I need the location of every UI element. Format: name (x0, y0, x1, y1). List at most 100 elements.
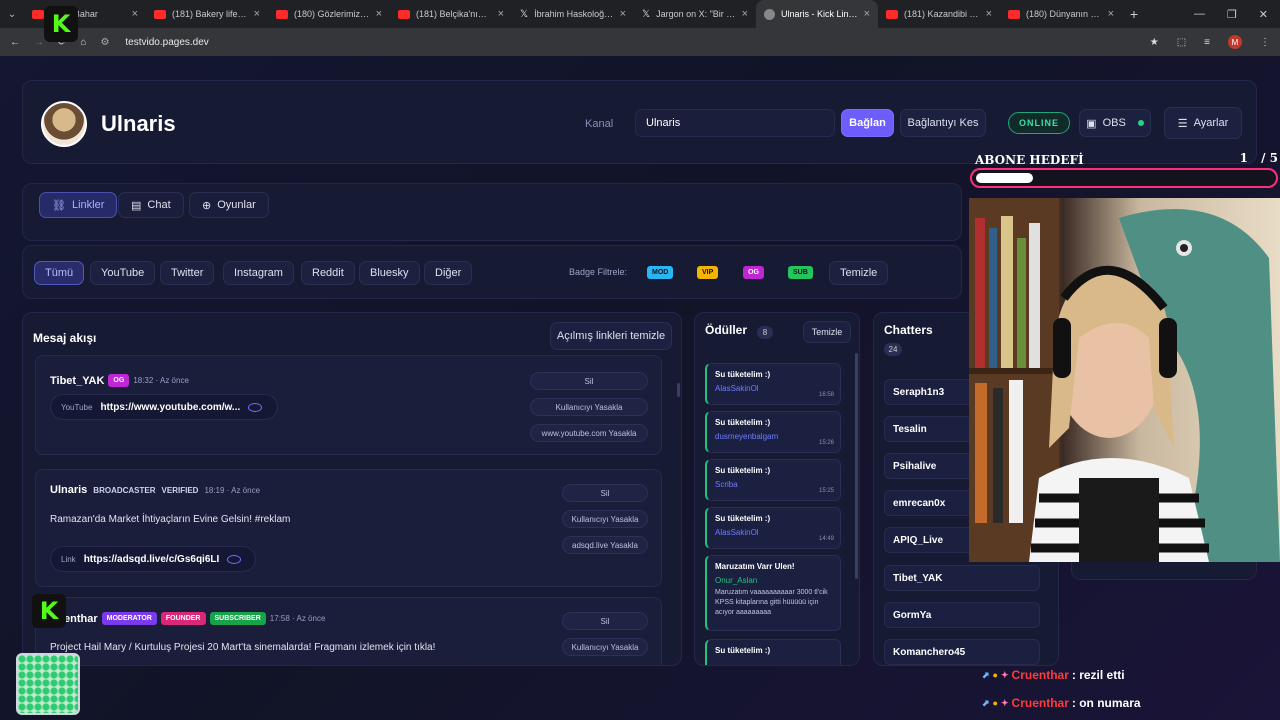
link-url[interactable]: https://adsqd.live/c/Gs6qi6LI (84, 554, 220, 565)
chatter-item[interactable]: GormYa (884, 602, 1040, 628)
menu-icon[interactable]: ⋮ (1260, 37, 1270, 48)
connect-button[interactable]: Bağlan (841, 109, 894, 137)
url-text[interactable]: testvido.pages.dev (125, 37, 208, 48)
obs-button[interactable]: ▣ OBS (1079, 109, 1151, 137)
nav-tabs-card: ⛓ Linkler ▤ Chat ⊕ Oyunlar (22, 183, 962, 241)
webcam-feed (969, 198, 1280, 562)
browser-tab[interactable]: (181) Kazandibi Tarifi × (878, 0, 1000, 28)
chatter-item[interactable]: Komanchero45 (884, 639, 1040, 665)
delete-button[interactable]: Sil (530, 372, 648, 390)
tab-oyunlar[interactable]: ⊕ Oyunlar (189, 192, 269, 218)
badge-filter-og[interactable]: OG (743, 266, 764, 279)
close-window-icon[interactable]: ✕ (1259, 8, 1268, 21)
badge-filter-sub[interactable]: SUB (788, 266, 813, 279)
filter-tumu[interactable]: Tümü (34, 261, 85, 285)
message-username[interactable]: enthar (64, 613, 98, 625)
browser-tab[interactable]: (180) Dünyanın En G × (1000, 0, 1122, 28)
filter-youtube[interactable]: YouTube (90, 261, 156, 285)
channel-title: Ulnaris (101, 111, 176, 136)
eye-icon[interactable] (248, 402, 263, 412)
bookmark-star-icon[interactable]: ★ (1150, 37, 1159, 48)
browser-tab[interactable]: 𝕏 İbrahim Haskoloğlu (× (512, 0, 634, 28)
close-icon[interactable]: × (132, 8, 138, 20)
delete-button[interactable]: Sil (562, 484, 648, 502)
new-tab-button[interactable]: + (1122, 6, 1146, 22)
badge-filter-mod[interactable]: MOD (647, 266, 674, 279)
browser-tab[interactable]: 𝕏 Jargon on X: "Bir içer × (634, 0, 756, 28)
filter-instagram[interactable]: Instagram (223, 261, 294, 285)
reward-time: 16:58 (818, 392, 834, 398)
restore-icon[interactable]: ❐ (1227, 8, 1237, 21)
browser-tab[interactable]: (181) Belçika'nın En G × (390, 0, 512, 28)
link-pill[interactable]: Link https://adsqd.live/c/Gs6qi6LI (50, 546, 256, 572)
browser-tab[interactable]: (181) Bakery life- 24h × (146, 0, 268, 28)
chatter-item[interactable]: Tibet_YAK (884, 565, 1040, 591)
close-icon[interactable]: × (498, 8, 504, 20)
reward-user[interactable]: AlasSakinOl (715, 384, 832, 393)
close-icon[interactable]: × (254, 8, 260, 20)
ban-domain-button[interactable]: adsqd.live Yasakla (562, 536, 648, 554)
home-icon[interactable]: ⌂ (80, 37, 86, 48)
reward-item: Su tüketelim :) Scriba 15:25 (705, 459, 841, 501)
tab-linkler[interactable]: ⛓ Linkler (39, 192, 118, 218)
channel-input[interactable] (635, 109, 835, 137)
back-icon[interactable]: ← (10, 37, 20, 48)
filter-twitter[interactable]: Twitter (160, 261, 215, 285)
settings-button[interactable]: ☰ Ayarlar (1164, 107, 1242, 139)
close-icon[interactable]: × (986, 8, 992, 20)
feed-scrollbar[interactable] (677, 383, 680, 397)
reward-user[interactable]: Scriba (715, 480, 832, 489)
badge-clear-button[interactable]: Temizle (829, 261, 889, 285)
chat-text: : on numara (1071, 696, 1141, 710)
filter-reddit[interactable]: Reddit (301, 261, 355, 285)
delete-button[interactable]: Sil (562, 612, 648, 630)
browser-tab[interactable]: (180) Gözlerimiz Nere × (268, 0, 390, 28)
browser-tab[interactable]: Mist | Bahar× (24, 0, 146, 28)
rewards-scrollbar[interactable] (855, 353, 858, 579)
link-url[interactable]: https://www.youtube.com/w... (100, 402, 240, 413)
badge-filter-label: Badge Filtrele: (569, 267, 628, 277)
ban-user-button[interactable]: Kullanıcıyı Yasakla (530, 398, 648, 416)
forward-icon[interactable]: → (34, 37, 44, 48)
close-icon[interactable]: × (1108, 8, 1114, 20)
youtube-icon (1008, 9, 1020, 19)
badge-filter-vip[interactable]: VIP (697, 266, 719, 279)
tab-search-icon[interactable]: ⌄ (0, 9, 24, 20)
gamepad-icon: ⊕ (202, 199, 212, 212)
link-icon: ⛓ (52, 199, 66, 212)
rewards-clear-button[interactable]: Temizle (803, 321, 851, 343)
link-pill[interactable]: YouTube https://www.youtube.com/w... (50, 394, 278, 420)
tab-title: İbrahim Haskoloğlu ( (534, 9, 614, 19)
filter-diger[interactable]: Diğer (424, 261, 473, 285)
disconnect-button[interactable]: Bağlantıyı Kes (900, 109, 986, 137)
ban-domain-button[interactable]: www.youtube.com Yasakla (530, 424, 648, 442)
minimize-icon[interactable]: — (1194, 8, 1205, 21)
chat-badge-icon: ● (992, 698, 998, 708)
tab-chat[interactable]: ▤ Chat (118, 192, 184, 218)
close-icon[interactable]: × (620, 8, 626, 20)
clear-opened-links-button[interactable]: Açılmış linkleri temizle (550, 322, 672, 350)
goal-title: ABONE HEDEFİ (975, 153, 1084, 167)
close-icon[interactable]: × (376, 8, 382, 20)
ban-user-button[interactable]: Kullanıcıyı Yasakla (562, 510, 648, 528)
browser-tab-active[interactable]: Ulnaris - Kick Link Vie × (756, 0, 878, 28)
reward-title: Su tüketelim :) (715, 370, 771, 379)
filter-bluesky[interactable]: Bluesky (359, 261, 420, 285)
chatters-title: Chatters (884, 323, 933, 337)
youtube-icon (886, 9, 898, 19)
message-username[interactable]: Ulnaris (50, 484, 87, 496)
reward-user[interactable]: dusmeyenbalgam (715, 432, 832, 441)
profile-avatar[interactable]: M (1228, 35, 1242, 49)
close-icon[interactable]: × (742, 8, 748, 20)
message-username[interactable]: Tibet_YAK (50, 375, 104, 387)
subscriber-badge: SUBSCRIBER (209, 612, 266, 625)
media-icon[interactable]: ≡ (1204, 37, 1210, 48)
ban-user-button[interactable]: Kullanıcıyı Yasakla (562, 638, 648, 656)
reward-user[interactable]: Onur_Aslan (715, 576, 832, 585)
reward-user[interactable]: AlasSakinOl (715, 528, 832, 537)
eye-icon[interactable] (227, 554, 242, 564)
close-icon[interactable]: × (864, 8, 870, 20)
extensions-icon[interactable]: ⬚ (1177, 37, 1186, 48)
site-info-icon[interactable]: ⚙ (100, 37, 109, 48)
chat-user: Cruenthar (1011, 668, 1069, 682)
